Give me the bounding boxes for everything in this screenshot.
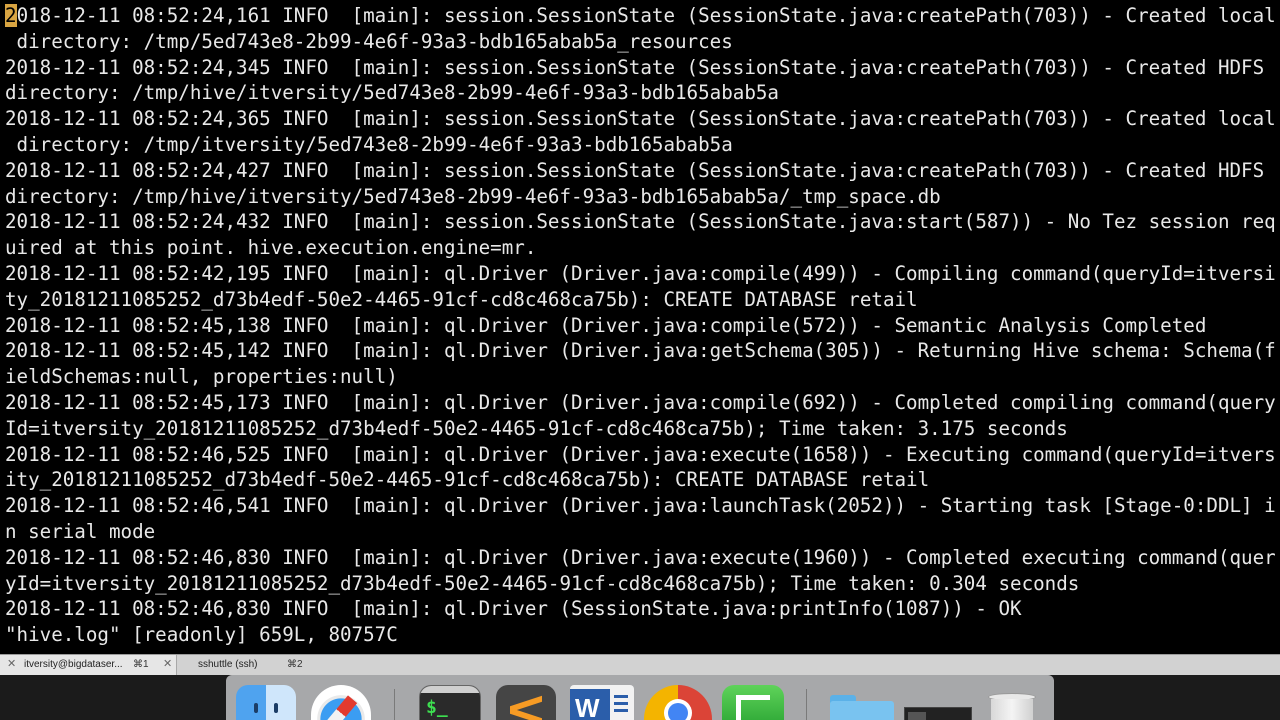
log-line: 2018-12-11 08:52:46,525 INFO [main]: ql.… bbox=[5, 442, 1276, 466]
log-line: directory: /tmp/itversity/5ed743e8-2b99-… bbox=[5, 133, 733, 156]
chrome-icon[interactable] bbox=[644, 685, 712, 720]
log-line: 2018-12-11 08:52:24,432 INFO [main]: ses… bbox=[5, 210, 1276, 234]
log-line: 2018-12-11 08:52:24,427 INFO [main]: ses… bbox=[5, 158, 1265, 182]
log-line: 2018-12-11 08:52:24,345 INFO [main]: ses… bbox=[5, 55, 1265, 79]
close-icon[interactable]: ✕ bbox=[7, 655, 16, 674]
log-line: 2018-12-11 08:52:24,161 INFO [main]: ses… bbox=[5, 3, 1276, 29]
tab-itversity[interactable]: ✕ itversity@bigdataser... ⌘1 bbox=[0, 655, 177, 675]
log-line: directory: /tmp/hive/itversity/5ed743e8-… bbox=[5, 184, 941, 208]
vim-status-line: "hive.log" [readonly] 659L, 80757C bbox=[5, 623, 398, 647]
log-line: directory: /tmp/5ed743e8-2b99-4e6f-93a3-… bbox=[5, 29, 733, 53]
trash-icon[interactable] bbox=[984, 685, 1040, 720]
dock-separator bbox=[806, 689, 807, 720]
log-line: Id=itversity_20181211085252_d73b4edf-50e… bbox=[5, 416, 1068, 440]
numbers-icon[interactable] bbox=[722, 685, 784, 720]
log-line: 2018-12-11 08:52:24,365 INFO [main]: ses… bbox=[5, 107, 1276, 131]
finder-icon[interactable] bbox=[236, 685, 296, 720]
log-line: n serial mode bbox=[5, 520, 156, 543]
close-icon[interactable]: ✕ bbox=[163, 655, 172, 674]
log-line: 2018-12-11 08:52:46,830 INFO [main]: ql.… bbox=[5, 545, 1276, 569]
log-line: 2018-12-11 08:52:46,541 INFO [main]: ql.… bbox=[5, 494, 1276, 518]
terminal-icon[interactable]: $_ bbox=[419, 685, 481, 720]
log-line: yId=itversity_20181211085252_d73b4edf-50… bbox=[5, 571, 1080, 595]
log-line: ty_20181211085252_d73b4edf-50e2-4465-91c… bbox=[5, 287, 918, 311]
screenshot-icon[interactable] bbox=[904, 685, 972, 720]
log-line: 2018-12-11 08:52:46,830 INFO [main]: ql.… bbox=[5, 597, 1022, 621]
tab-shortcut: ⌘1 bbox=[133, 659, 149, 670]
tab-shortcut: ⌘2 bbox=[287, 659, 303, 670]
dock-separator bbox=[394, 689, 395, 720]
log-line: uired at this point. hive.execution.engi… bbox=[5, 236, 537, 260]
tab-label: sshuttle (ssh) bbox=[198, 659, 258, 670]
word-glyph: W bbox=[575, 693, 600, 720]
word-icon[interactable]: W bbox=[570, 685, 634, 720]
log-line-text: 018-12-11 08:52:24,161 INFO [main]: sess… bbox=[16, 4, 1276, 27]
log-line: ieldSchemas:null, properties:null) bbox=[5, 365, 398, 389]
tab-sshuttle[interactable]: ✕ sshuttle (ssh) ⌘2 bbox=[163, 655, 327, 675]
folder-icon[interactable] bbox=[828, 685, 896, 720]
log-line: 2018-12-11 08:52:42,195 INFO [main]: ql.… bbox=[5, 262, 1276, 285]
terminal-glyph: $_ bbox=[426, 697, 448, 718]
log-line: ity_20181211085252_d73b4edf-50e2-4465-91… bbox=[5, 468, 930, 492]
safari-icon[interactable] bbox=[311, 685, 371, 720]
terminal-tab-bar: ✕ itversity@bigdataser... ⌘1 ✕ sshuttle … bbox=[0, 654, 1280, 675]
dock: $_ W bbox=[226, 675, 1054, 720]
log-line: directory: /tmp/hive/itversity/5ed743e8-… bbox=[5, 81, 779, 105]
text-cursor: 2 bbox=[5, 4, 17, 27]
terminal-window[interactable]: 2018-12-11 08:52:24,161 INFO [main]: ses… bbox=[0, 0, 1280, 654]
tab-label: itversity@bigdataser... bbox=[24, 659, 123, 670]
log-line: 2018-12-11 08:52:45,138 INFO [main]: ql.… bbox=[5, 313, 1207, 337]
log-line: 2018-12-11 08:52:45,173 INFO [main]: ql.… bbox=[5, 391, 1276, 414]
sublime-text-icon[interactable] bbox=[496, 685, 556, 720]
log-line: 2018-12-11 08:52:45,142 INFO [main]: ql.… bbox=[5, 339, 1276, 363]
